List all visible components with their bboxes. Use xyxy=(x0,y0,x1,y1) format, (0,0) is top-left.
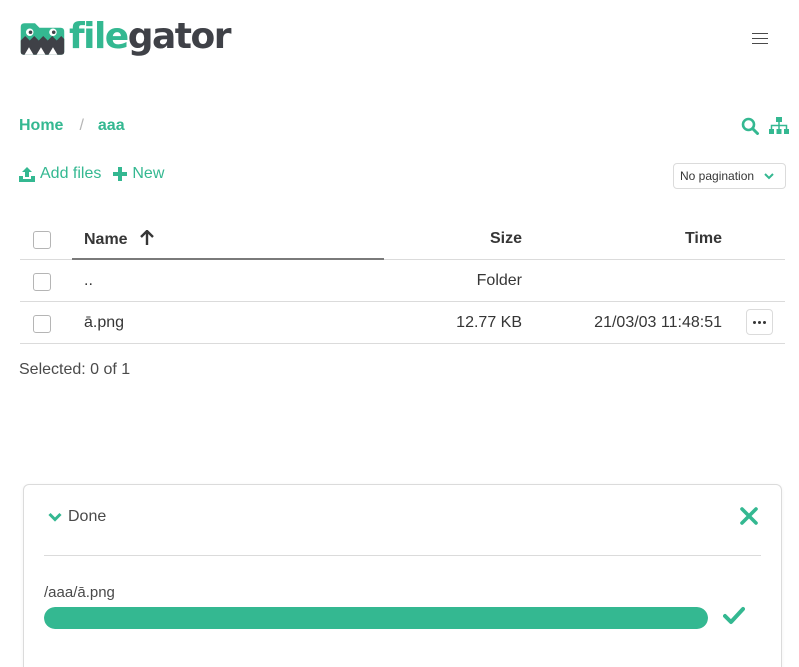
file-size: 12.77 KB xyxy=(456,314,522,331)
panel-divider xyxy=(44,555,761,556)
table-header-row: Name Size Time xyxy=(20,218,785,260)
gator-mascot-icon xyxy=(20,23,65,55)
file-table: Name Size Time .. Folder ā.png 12.77 KB … xyxy=(20,218,785,344)
row-checkbox[interactable] xyxy=(33,315,51,333)
logo-word-file: file xyxy=(68,16,129,57)
breadcrumb-separator: / xyxy=(79,117,84,134)
breadcrumb-home-link[interactable]: Home xyxy=(19,117,63,135)
selection-count: Selected: 0 of 1 xyxy=(19,361,131,378)
breadcrumb: Home / aaa xyxy=(19,117,125,135)
select-all-checkbox[interactable] xyxy=(33,231,51,249)
upload-icon xyxy=(19,167,35,182)
upload-progress-fill xyxy=(44,607,708,629)
search-icon[interactable] xyxy=(741,117,761,135)
file-toolbar: Add files New xyxy=(19,165,164,183)
size-column-header[interactable]: Size xyxy=(490,230,522,248)
upload-progress-panel: Done /aaa/ā.png xyxy=(23,484,782,667)
upload-collapse-toggle[interactable]: Done xyxy=(48,508,106,526)
file-size: Folder xyxy=(476,272,522,289)
new-button[interactable]: New xyxy=(113,165,164,183)
logo-wordmark: filegator xyxy=(68,16,232,57)
hamburger-icon[interactable] xyxy=(752,33,768,45)
sitemap-tree-icon[interactable] xyxy=(769,117,789,135)
chevron-down-icon xyxy=(48,512,62,522)
plus-icon xyxy=(113,167,128,181)
file-name[interactable]: .. xyxy=(84,272,93,290)
logo-word-gator: gator xyxy=(127,16,232,57)
ellipsis-icon xyxy=(753,320,756,324)
top-actions xyxy=(741,117,789,135)
upload-status-label: Done xyxy=(68,508,107,525)
add-files-button[interactable]: Add files xyxy=(19,165,101,183)
more-actions-button[interactable] xyxy=(746,309,773,335)
close-icon[interactable] xyxy=(740,507,758,525)
table-row[interactable]: ā.png 12.77 KB 21/03/03 11:48:51 xyxy=(20,302,785,344)
pagination-select[interactable]: No pagination xyxy=(673,163,786,189)
filegator-logo[interactable]: filegator xyxy=(20,16,232,61)
time-column-header[interactable]: Time xyxy=(685,230,722,248)
sort-ascending-icon xyxy=(140,230,154,245)
table-row[interactable]: .. Folder xyxy=(20,260,785,302)
row-checkbox[interactable] xyxy=(33,273,51,291)
chevron-down-icon xyxy=(763,170,775,185)
file-name[interactable]: ā.png xyxy=(84,314,124,332)
upload-progress-bar xyxy=(44,607,708,629)
upload-file-path: /aaa/ā.png xyxy=(44,584,115,601)
breadcrumb-aaa-link[interactable]: aaa xyxy=(98,117,125,135)
new-label: New xyxy=(132,165,165,182)
checkmark-icon xyxy=(723,606,745,626)
name-column-label: Name xyxy=(84,231,128,248)
name-column-header[interactable]: Name xyxy=(84,230,154,249)
file-time: 21/03/03 11:48:51 xyxy=(594,314,722,331)
add-files-label: Add files xyxy=(40,165,102,182)
pagination-value: No pagination xyxy=(680,169,755,183)
